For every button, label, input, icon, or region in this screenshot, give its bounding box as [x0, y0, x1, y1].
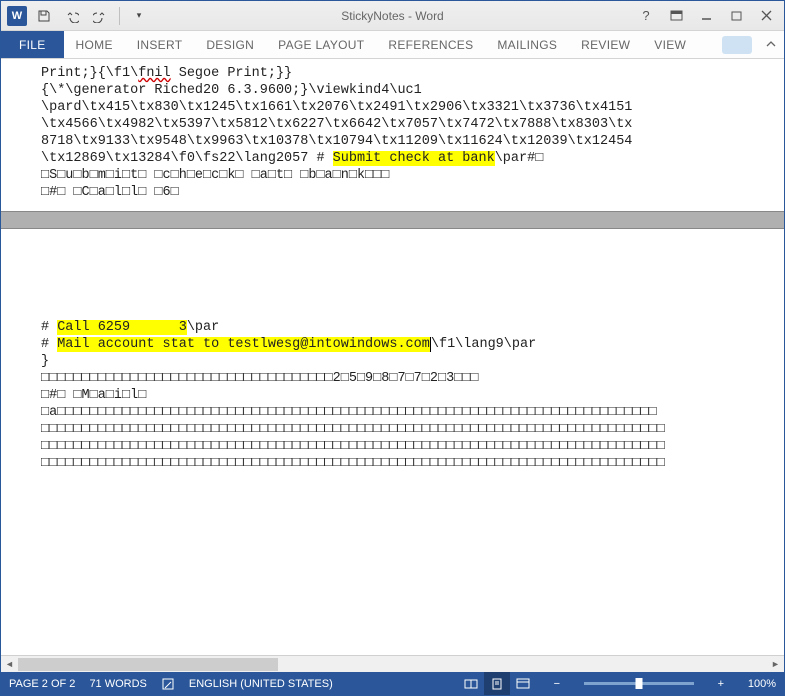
tab-references[interactable]: REFERENCES: [376, 31, 485, 58]
save-icon[interactable]: [33, 5, 55, 27]
qat-customize-icon[interactable]: ▾: [128, 5, 150, 27]
help-icon[interactable]: ?: [632, 6, 660, 26]
tab-home[interactable]: HOME: [64, 31, 125, 58]
tab-page-layout[interactable]: PAGE LAYOUT: [266, 31, 376, 58]
account-area[interactable]: [716, 31, 758, 58]
status-words[interactable]: 71 WORDS: [89, 678, 146, 690]
close-icon[interactable]: [752, 6, 780, 26]
scroll-thumb[interactable]: [18, 658, 278, 671]
ribbon-display-icon[interactable]: [662, 6, 690, 26]
tab-file[interactable]: FILE: [1, 31, 64, 58]
scroll-track[interactable]: [18, 657, 767, 672]
ribbon-tabs: FILE HOME INSERT DESIGN PAGE LAYOUT REFE…: [1, 31, 784, 59]
zoom-slider[interactable]: [584, 682, 694, 685]
scroll-left-icon[interactable]: ◄: [1, 657, 18, 672]
document-area: Print;}{\f1\fnil Segoe Print;}} {\*\gene…: [1, 59, 784, 672]
user-avatar-icon: [722, 36, 752, 54]
scroll-right-icon[interactable]: ►: [767, 657, 784, 672]
tab-review[interactable]: REVIEW: [569, 31, 642, 58]
collapse-ribbon-icon[interactable]: [758, 31, 784, 58]
status-language[interactable]: ENGLISH (UNITED STATES): [189, 678, 333, 690]
zoom-slider-handle[interactable]: [635, 678, 642, 689]
view-web-icon[interactable]: [510, 672, 536, 695]
window-controls: ?: [632, 6, 784, 26]
qat-separator: [119, 7, 120, 25]
page-1[interactable]: Print;}{\f1\fnil Segoe Print;}} {\*\gene…: [1, 59, 784, 211]
view-read-icon[interactable]: [458, 672, 484, 695]
status-proofing[interactable]: [161, 677, 175, 691]
undo-icon[interactable]: [61, 5, 83, 27]
tab-insert[interactable]: INSERT: [125, 31, 195, 58]
tab-view[interactable]: VIEW: [642, 31, 698, 58]
status-page[interactable]: PAGE 2 OF 2: [9, 678, 75, 690]
horizontal-scrollbar[interactable]: ◄ ►: [1, 655, 784, 672]
highlight-submit-check: Submit check at bank: [333, 151, 495, 166]
view-buttons: [458, 672, 536, 695]
pages-scroll[interactable]: Print;}{\f1\fnil Segoe Print;}} {\*\gene…: [1, 59, 784, 655]
minimize-icon[interactable]: [692, 6, 720, 26]
highlight-call: Call 6259 3: [57, 320, 187, 335]
word-app-icon[interactable]: W: [7, 6, 27, 26]
tab-mailings[interactable]: MAILINGS: [485, 31, 569, 58]
status-bar: PAGE 2 OF 2 71 WORDS ENGLISH (UNITED STA…: [1, 672, 784, 695]
title-bar: W ▾ StickyNotes - Word ?: [1, 1, 784, 31]
page-2[interactable]: # Call 6259 3\par # Mail account stat to…: [1, 229, 784, 482]
zoom-in-button[interactable]: +: [714, 678, 728, 690]
quick-access-toolbar: W ▾: [1, 5, 150, 27]
highlight-mail: Mail account stat to testlwesg@intowindo…: [57, 337, 430, 352]
page-gap: [1, 211, 784, 229]
redo-icon[interactable]: [89, 5, 111, 27]
proofing-icon: [161, 677, 175, 691]
tab-design[interactable]: DESIGN: [194, 31, 266, 58]
zoom-level[interactable]: 100%: [748, 678, 776, 690]
maximize-icon[interactable]: [722, 6, 750, 26]
view-print-icon[interactable]: [484, 672, 510, 695]
zoom-out-button[interactable]: −: [550, 678, 564, 690]
